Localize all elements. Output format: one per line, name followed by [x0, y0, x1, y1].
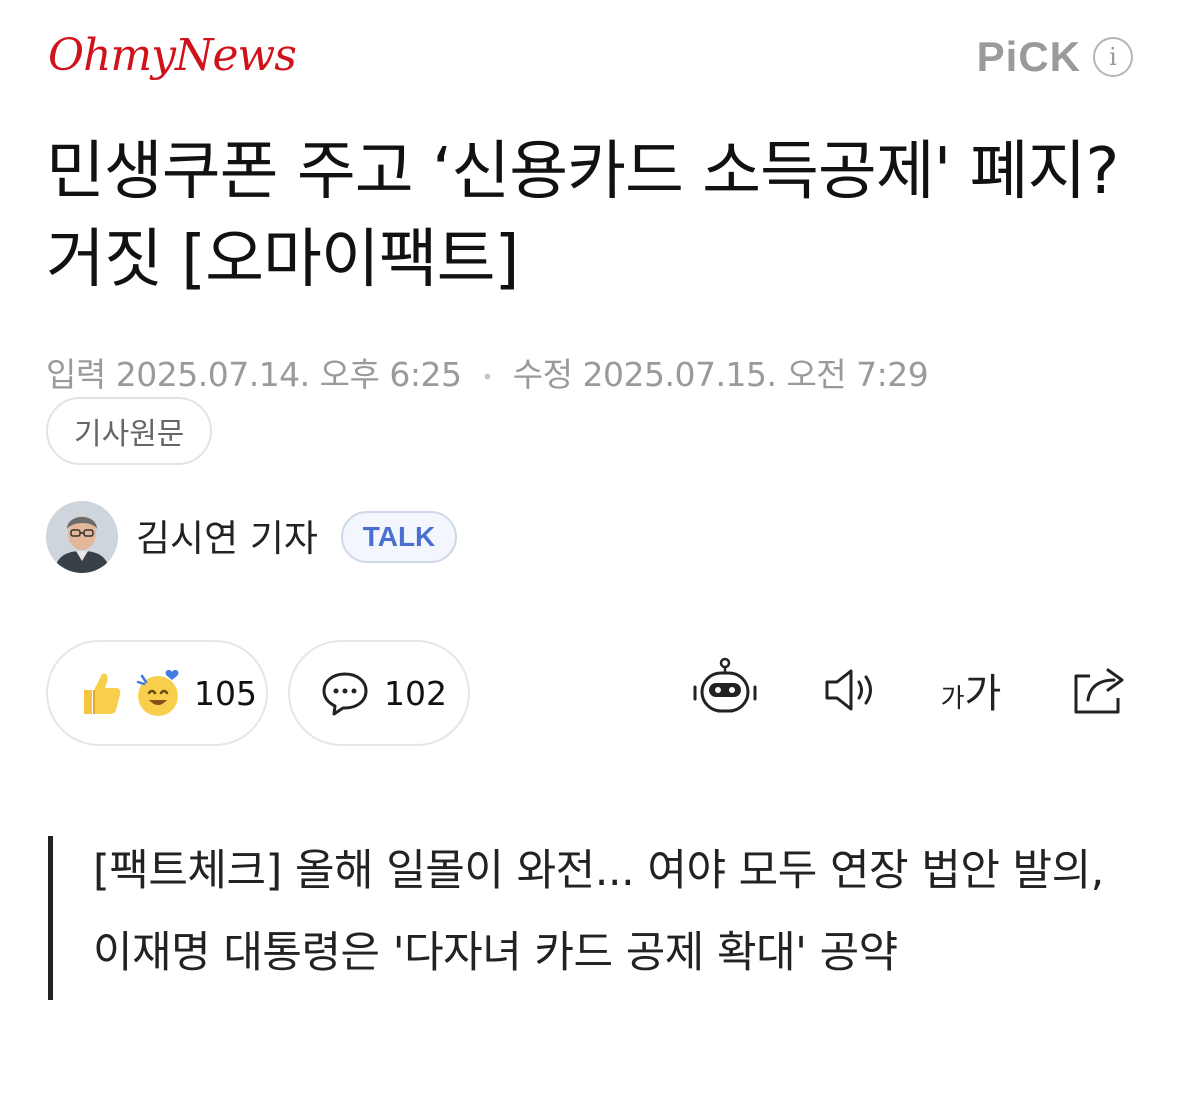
article-meta: 입력 2025.07.14. 오후 6:25 • 수정 2025.07.15. … [46, 348, 929, 396]
pick-badge: PiCK i [977, 33, 1133, 81]
share-button[interactable] [1064, 655, 1134, 725]
ai-summary-button[interactable] [690, 655, 760, 725]
reporter-name[interactable]: 김시연 기자 [136, 508, 318, 562]
input-datetime: 2025.07.14. 오후 6:25 [115, 355, 462, 394]
reaction-button[interactable]: 105 [46, 640, 268, 746]
share-icon [1074, 668, 1124, 714]
pick-label: PiCK [976, 33, 1081, 80]
modified-datetime: 2025.07.15. 오전 7:29 [582, 355, 929, 394]
article-summary-quote: [팩트체크] 올해 일몰이 와전... 여야 모두 연장 법안 발의, 이재명 … [48, 836, 1130, 1000]
text-to-speech-button[interactable] [816, 655, 886, 725]
comment-button[interactable]: 102 [288, 640, 470, 746]
talk-button[interactable]: TALK [341, 511, 457, 563]
info-icon[interactable]: i [1093, 37, 1133, 77]
font-size-button[interactable]: 가가 [936, 655, 1006, 725]
modified-label: 수정 [512, 355, 573, 394]
font-big-glyph: 가 [964, 671, 1002, 717]
reporter-avatar[interactable] [46, 501, 118, 573]
speaker-icon [825, 669, 872, 711]
comment-icon [322, 672, 368, 716]
robot-icon [693, 657, 757, 713]
article-summary: [팩트체크] 올해 일몰이 와전... 여야 모두 연장 법안 발의, 이재명 … [93, 846, 1104, 978]
reaction-count: 105 [194, 673, 257, 713]
meta-separator: • [481, 364, 493, 389]
article-headline: 민생쿠폰 주고 ‘신용카드 소득공제' 폐지? 거짓 [오마이팩트] [46, 135, 1119, 297]
thumbs-up-icon [84, 673, 121, 714]
smile-heart-icon [136, 669, 179, 716]
original-article-button[interactable]: 기사원문 [46, 397, 213, 465]
ohmynews-logo[interactable]: OhmyNews [48, 30, 297, 81]
font-small-glyph: 가 [940, 684, 965, 714]
font-size-icon: 가가 [941, 661, 1002, 719]
comment-count: 102 [384, 673, 447, 713]
input-label: 입력 [46, 355, 106, 394]
